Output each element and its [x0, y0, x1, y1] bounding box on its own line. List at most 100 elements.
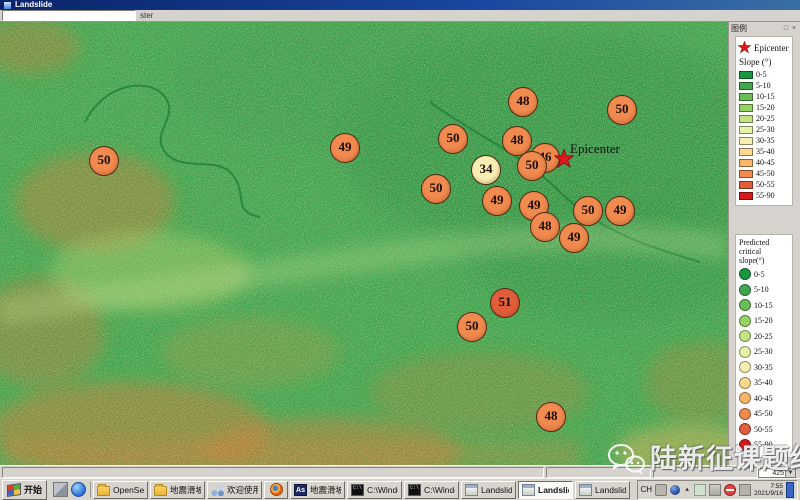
slope-legend-row: 15-20 [739, 103, 790, 112]
legend-range-label: 10-15 [754, 301, 773, 310]
map-marker-48[interactable]: 48 [536, 402, 566, 432]
taskbar-button-landslide-2[interactable]: Landslide [518, 481, 573, 499]
legend-range-label: 45-50 [754, 409, 773, 418]
critical-legend-row: 40-45 [739, 392, 790, 404]
legend-range-label: 35-40 [754, 378, 773, 387]
legend-circle-swatch [739, 439, 751, 451]
critical-slope-legend-box: Predicted critical slope(°) 0-5 5-10 10-15… [735, 234, 793, 458]
taskbar-button-welcome[interactable]: 欢迎使用.. [207, 481, 262, 499]
quick-launch [49, 482, 91, 498]
map-marker-50[interactable]: 50 [573, 196, 603, 226]
legend-circle-swatch [739, 423, 751, 435]
tray-app-icon-4[interactable] [739, 484, 751, 496]
scale-combo[interactable]: 425 ▼ [758, 468, 796, 478]
lock-icon[interactable] [655, 484, 667, 496]
legend-swatch [739, 148, 753, 156]
status-bar: 425 ▼ [0, 465, 800, 478]
map-marker-48[interactable]: 48 [530, 212, 560, 242]
map-canvas[interactable]: 50494850504846503450494950494849515048 E… [0, 22, 728, 465]
map-marker-34[interactable]: 34 [471, 155, 501, 185]
as-icon [294, 484, 307, 496]
raster-map [0, 22, 728, 465]
taskbar-button-as-dizhen[interactable]: 地震滑坡.. [290, 481, 345, 499]
taskbar-button-opensees[interactable]: OpenSees [93, 481, 148, 499]
taskbar-button-label: 地震滑坡.. [310, 484, 341, 496]
tray-app-icon-2[interactable] [709, 484, 721, 496]
legend-circle-swatch [739, 330, 751, 342]
taskbar-button-label: C:\Windo... [367, 485, 398, 495]
legend-swatch [739, 93, 753, 101]
tray-app-icon-3[interactable] [724, 484, 736, 496]
legend-swatch [739, 82, 753, 90]
taskbar-button-firefox[interactable] [264, 481, 288, 499]
critical-legend-row: 10-15 [739, 299, 790, 311]
slope-legend-box: Epicenter Slope (°) 0-55-1010-1515-2020-… [735, 36, 793, 206]
language-indicator[interactable]: CH [641, 485, 653, 494]
clock: 7:55 2021/9/16 [754, 483, 783, 497]
legend-swatch [739, 159, 753, 167]
browser-icon[interactable] [71, 482, 86, 497]
show-desktop-icon[interactable] [786, 482, 794, 498]
taskbar-button-folder-dizhen[interactable]: 地震滑坡.. [150, 481, 205, 499]
clock-date: 2021/9/16 [754, 490, 783, 497]
molecule-icon [211, 484, 224, 496]
windows-flag-icon [7, 483, 21, 497]
folder-icon [97, 486, 110, 496]
taskbar-button-cmd-2[interactable]: C:\Windo... [404, 481, 459, 499]
taskbar-button-landslide-1[interactable]: Landslide [461, 481, 516, 499]
legend-epicenter-label: Epicenter [754, 43, 788, 53]
legend-range-label: 55-90 [756, 191, 775, 200]
map-marker-50[interactable]: 50 [438, 124, 468, 154]
legend-range-label: 30-35 [756, 136, 775, 145]
dock-icon[interactable]: □ [782, 24, 790, 33]
show-hidden-icons-chevron[interactable]: ▴ [683, 485, 691, 495]
legend-circle-swatch [739, 408, 751, 420]
legend-panel-header[interactable]: 图例 □ × [729, 22, 800, 34]
critical-legend-title-2: slope(°) [739, 256, 790, 265]
chevron-down-icon[interactable]: ▼ [785, 469, 795, 477]
slope-legend-title: Slope (°) [739, 57, 790, 67]
legend-swatch [739, 115, 753, 123]
map-marker-49[interactable]: 49 [559, 223, 589, 253]
map-marker-49[interactable]: 49 [605, 196, 635, 226]
map-marker-50[interactable]: 50 [517, 151, 547, 181]
layer-combo[interactable] [2, 10, 136, 21]
map-marker-48[interactable]: 48 [508, 87, 538, 117]
critical-legend-row: 0-5 [739, 268, 790, 280]
legend-circle-swatch [739, 299, 751, 311]
app-icon [579, 484, 592, 496]
title-bar[interactable]: Landslide [0, 0, 800, 10]
map-marker-49[interactable]: 49 [482, 186, 512, 216]
legend-swatch [739, 137, 753, 145]
legend-epicenter-star-icon [738, 41, 751, 54]
slope-legend-row: 50-55 [739, 180, 790, 189]
critical-legend-title-1: Predicted critical [739, 238, 790, 256]
firefox-icon [270, 483, 283, 496]
start-button[interactable]: 开始 [2, 480, 47, 500]
map-marker-50[interactable]: 50 [607, 95, 637, 125]
map-marker-50[interactable]: 50 [89, 146, 119, 176]
close-icon[interactable]: × [790, 24, 798, 33]
map-marker-50[interactable]: 50 [421, 174, 451, 204]
taskbar-button-label: 地震滑坡.. [170, 484, 201, 496]
legend-swatch [739, 170, 753, 178]
critical-legend-row: 50-55 [739, 423, 790, 435]
legend-swatch [739, 71, 753, 79]
taskbar-button-label: OpenSees [113, 485, 144, 495]
taskbar-button-cmd-1[interactable]: C:\Windo... [347, 481, 402, 499]
desktop-icon[interactable] [53, 482, 68, 497]
taskbar-button-landslide-3[interactable]: Landslide [575, 481, 630, 499]
map-marker-50[interactable]: 50 [457, 312, 487, 342]
map-marker-51[interactable]: 51 [490, 288, 520, 318]
terminal-icon [408, 484, 421, 496]
legend-swatch [739, 181, 753, 189]
tray-app-icon-1[interactable] [694, 484, 706, 496]
legend-circle-swatch [739, 392, 751, 404]
legend-range-label: 5-10 [754, 285, 769, 294]
legend-circle-swatch [739, 346, 751, 358]
legend-range-label: 0-5 [754, 270, 765, 279]
critical-legend-row: 20-25 [739, 330, 790, 342]
map-marker-49[interactable]: 49 [330, 133, 360, 163]
legend-range-label: 25-30 [754, 347, 773, 356]
help-icon[interactable] [670, 485, 680, 495]
